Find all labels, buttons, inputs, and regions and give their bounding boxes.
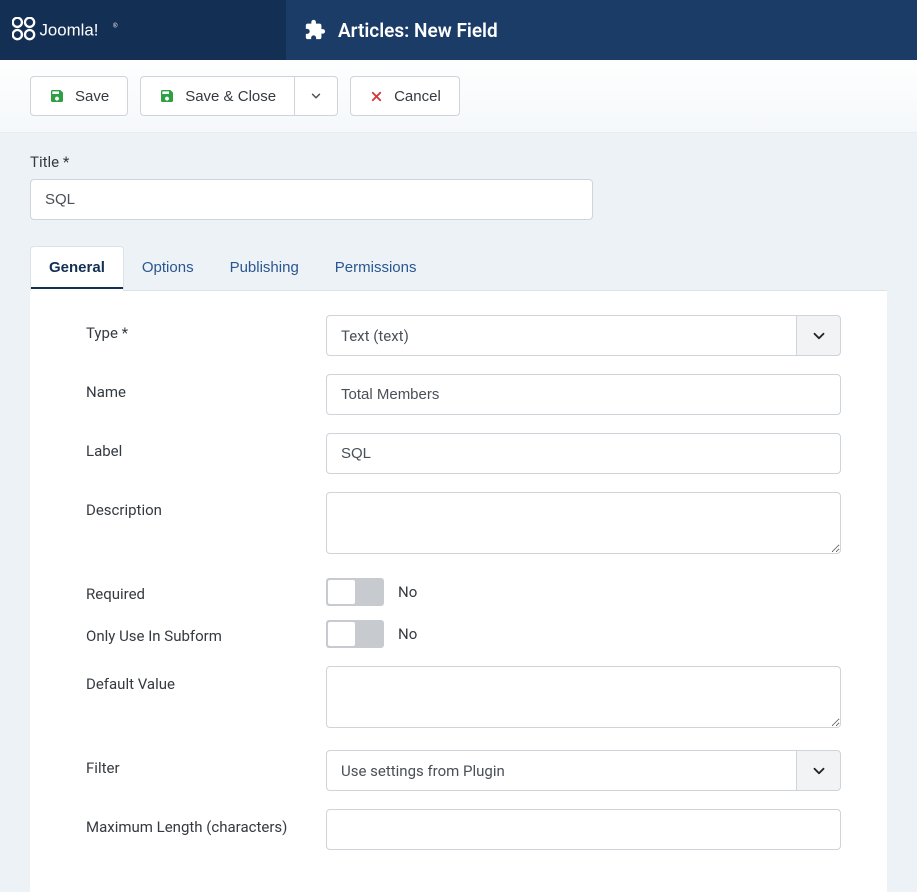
app-header: Joomla! ® Articles: New Field (0, 0, 917, 60)
tab-publishing[interactable]: Publishing (212, 246, 317, 290)
onlysubform-label: Only Use In Subform (86, 618, 326, 645)
maxlength-label: Maximum Length (characters) (86, 809, 326, 836)
field-onlysubform-row: Only Use In Subform No (86, 618, 841, 648)
field-name-row: Name (86, 374, 841, 415)
save-label: Save (75, 88, 109, 105)
field-filter-row: Filter Use settings from Plugin (86, 750, 841, 791)
chevron-down-icon (796, 750, 841, 791)
description-label: Description (86, 492, 326, 519)
type-select-value: Text (text) (326, 315, 796, 356)
field-type-row: Type * Text (text) (86, 315, 841, 356)
toggle-knob (328, 580, 355, 604)
svg-text:Joomla!: Joomla! (40, 20, 99, 39)
description-textarea[interactable] (326, 492, 841, 554)
save-icon (49, 88, 65, 104)
filter-select[interactable]: Use settings from Plugin (326, 750, 841, 791)
save-close-label: Save & Close (185, 88, 276, 105)
required-toggle[interactable] (326, 578, 384, 606)
tabs-container: General Options Publishing Permissions T… (0, 246, 917, 892)
tab-general[interactable]: General (30, 246, 124, 291)
title-input[interactable] (30, 179, 593, 220)
name-label: Name (86, 374, 326, 401)
maxlength-input[interactable] (326, 809, 841, 850)
cancel-button[interactable]: Cancel (350, 76, 460, 116)
form-general: Type * Text (text) Name Label (30, 291, 887, 892)
defaultvalue-textarea[interactable] (326, 666, 841, 728)
type-select[interactable]: Text (text) (326, 315, 841, 356)
onlysubform-state: No (398, 625, 417, 643)
required-label: Required (86, 576, 326, 603)
defaultvalue-label: Default Value (86, 666, 326, 693)
save-dropdown-toggle[interactable] (295, 76, 338, 116)
label-input[interactable] (326, 433, 841, 474)
onlysubform-toggle[interactable] (326, 620, 384, 648)
page-title-bar: Articles: New Field (286, 0, 917, 60)
field-required-row: Required No (86, 576, 841, 606)
cancel-label: Cancel (394, 88, 441, 105)
save-icon (159, 88, 175, 104)
field-defaultvalue-row: Default Value (86, 666, 841, 732)
tab-options[interactable]: Options (124, 246, 212, 290)
name-input[interactable] (326, 374, 841, 415)
title-label: Title * (30, 153, 887, 171)
filter-label: Filter (86, 750, 326, 777)
toolbar: Save Save & Close Cancel (0, 60, 917, 133)
save-button[interactable]: Save (30, 76, 128, 116)
tab-permissions[interactable]: Permissions (317, 246, 435, 290)
puzzle-icon (304, 19, 326, 41)
chevron-down-icon (309, 89, 323, 103)
save-close-group: Save & Close (140, 76, 338, 116)
brand-area[interactable]: Joomla! ® (0, 0, 286, 60)
required-state: No (398, 583, 417, 601)
save-close-button[interactable]: Save & Close (140, 76, 295, 116)
toggle-knob (328, 622, 355, 646)
joomla-logo-icon: Joomla! ® (12, 17, 142, 43)
label-label: Label (86, 433, 326, 460)
page-title: Articles: New Field (338, 19, 498, 42)
svg-text:®: ® (113, 23, 118, 30)
filter-select-value: Use settings from Plugin (326, 750, 796, 791)
tabs: General Options Publishing Permissions (30, 246, 887, 291)
chevron-down-icon (796, 315, 841, 356)
field-description-row: Description (86, 492, 841, 558)
field-label-row: Label (86, 433, 841, 474)
type-label: Type * (86, 315, 326, 342)
close-icon (369, 89, 384, 104)
title-section: Title * (0, 133, 917, 246)
field-maxlength-row: Maximum Length (characters) (86, 809, 841, 850)
